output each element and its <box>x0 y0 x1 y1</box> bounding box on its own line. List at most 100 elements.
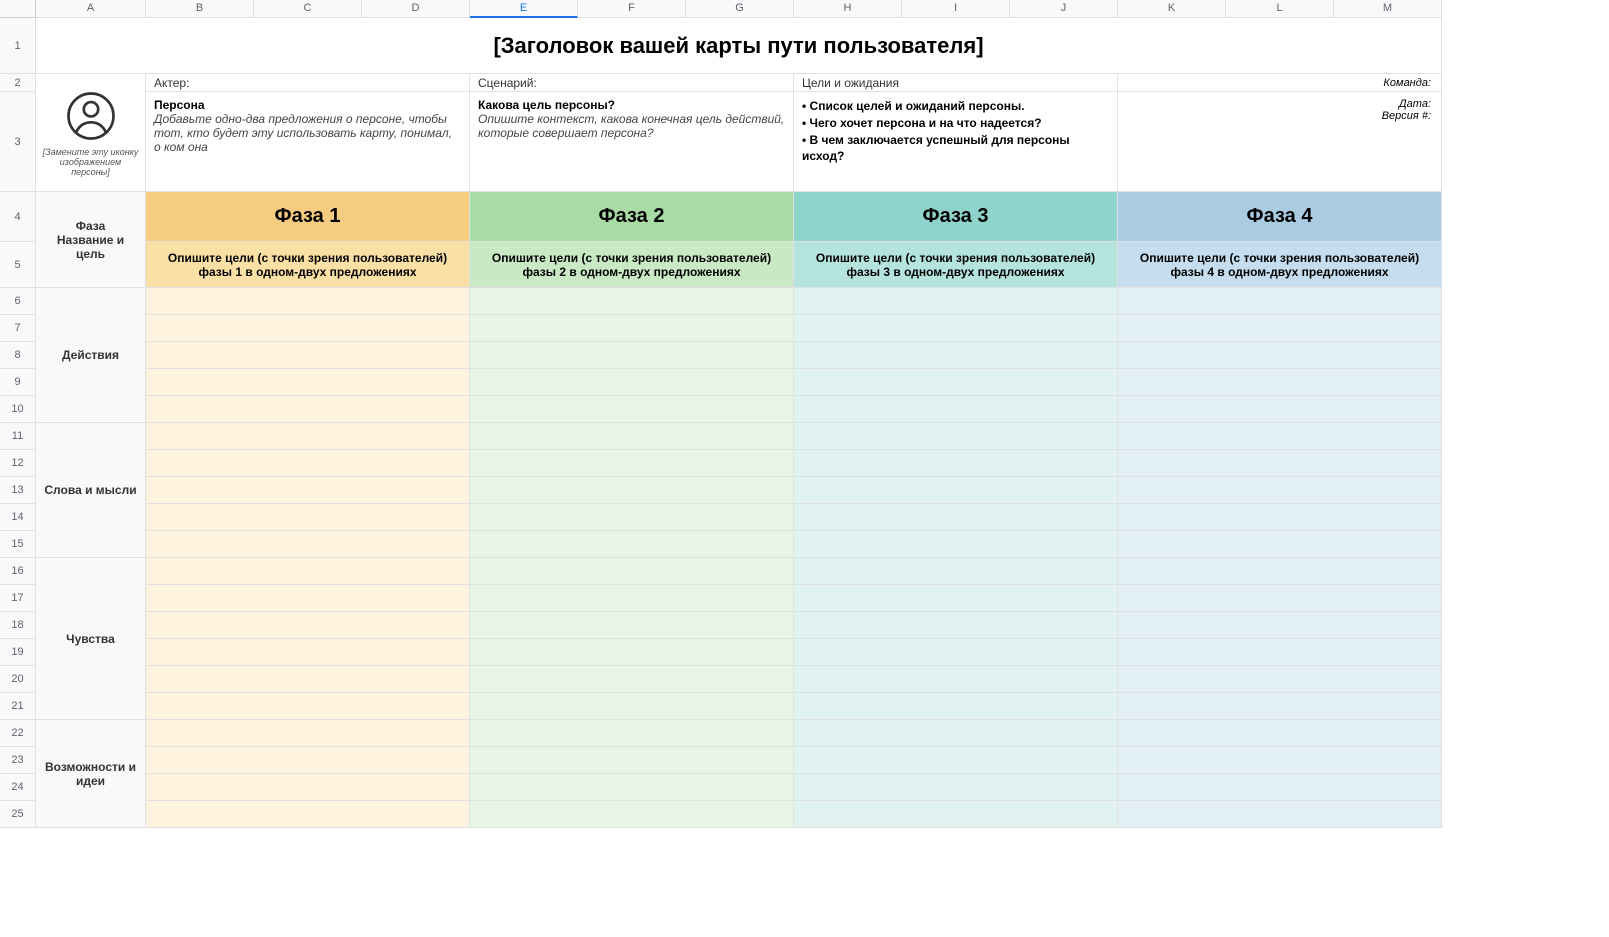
data-cell-s3-r0-p3[interactable] <box>1118 720 1442 747</box>
col-header-C[interactable]: C <box>254 0 362 18</box>
row-header-12[interactable]: 12 <box>0 450 36 477</box>
scenario-cell[interactable]: Какова цель персоны? Опишите контекст, к… <box>470 92 794 192</box>
col-header-G[interactable]: G <box>686 0 794 18</box>
col-header-J[interactable]: J <box>1010 0 1118 18</box>
col-header-B[interactable]: B <box>146 0 254 18</box>
data-cell-s3-r2-p3[interactable] <box>1118 774 1442 801</box>
data-cell-s2-r5-p1[interactable] <box>470 693 794 720</box>
data-cell-s1-r2-p1[interactable] <box>470 477 794 504</box>
data-cell-s3-r3-p1[interactable] <box>470 801 794 828</box>
phase-section-label[interactable]: Фаза Название и цель <box>36 192 146 288</box>
data-cell-s2-r5-p3[interactable] <box>1118 693 1442 720</box>
data-cell-s2-r2-p3[interactable] <box>1118 612 1442 639</box>
data-cell-s0-r0-p2[interactable] <box>794 288 1118 315</box>
data-cell-s3-r2-p1[interactable] <box>470 774 794 801</box>
data-cell-s3-r2-p2[interactable] <box>794 774 1118 801</box>
row-header-11[interactable]: 11 <box>0 423 36 450</box>
phase-4-head[interactable]: Фаза 4 <box>1118 192 1442 242</box>
data-cell-s1-r0-p3[interactable] <box>1118 423 1442 450</box>
row-header-18[interactable]: 18 <box>0 612 36 639</box>
data-cell-s1-r2-p2[interactable] <box>794 477 1118 504</box>
row-header-16[interactable]: 16 <box>0 558 36 585</box>
row-header-1[interactable]: 1 <box>0 18 36 74</box>
data-cell-s1-r4-p2[interactable] <box>794 531 1118 558</box>
row-header-19[interactable]: 19 <box>0 639 36 666</box>
data-cell-s3-r3-p3[interactable] <box>1118 801 1442 828</box>
title-cell[interactable]: [Заголовок вашей карты пути пользователя… <box>36 18 1442 74</box>
data-cell-s0-r3-p1[interactable] <box>470 369 794 396</box>
data-cell-s3-r1-p3[interactable] <box>1118 747 1442 774</box>
section-label-1[interactable]: Слова и мысли <box>36 423 146 558</box>
data-cell-s3-r1-p0[interactable] <box>146 747 470 774</box>
persona-icon-cell[interactable]: [Замените эту иконку изображением персон… <box>36 74 146 192</box>
data-cell-s0-r2-p3[interactable] <box>1118 342 1442 369</box>
data-cell-s2-r4-p1[interactable] <box>470 666 794 693</box>
data-cell-s0-r3-p3[interactable] <box>1118 369 1442 396</box>
row-header-4[interactable]: 4 <box>0 192 36 242</box>
phase-3-desc[interactable]: Опишите цели (с точки зрения пользовател… <box>794 242 1118 288</box>
data-cell-s1-r1-p2[interactable] <box>794 450 1118 477</box>
data-cell-s3-r2-p0[interactable] <box>146 774 470 801</box>
row-header-14[interactable]: 14 <box>0 504 36 531</box>
phase-1-desc[interactable]: Опишите цели (с точки зрения пользовател… <box>146 242 470 288</box>
row-header-17[interactable]: 17 <box>0 585 36 612</box>
row-header-13[interactable]: 13 <box>0 477 36 504</box>
col-header-K[interactable]: K <box>1118 0 1226 18</box>
data-cell-s3-r0-p0[interactable] <box>146 720 470 747</box>
row-header-24[interactable]: 24 <box>0 774 36 801</box>
data-cell-s1-r0-p2[interactable] <box>794 423 1118 450</box>
data-cell-s1-r1-p1[interactable] <box>470 450 794 477</box>
data-cell-s2-r1-p0[interactable] <box>146 585 470 612</box>
row-header-7[interactable]: 7 <box>0 315 36 342</box>
row-header-6[interactable]: 6 <box>0 288 36 315</box>
col-header-E[interactable]: E <box>470 0 578 18</box>
data-cell-s2-r4-p2[interactable] <box>794 666 1118 693</box>
data-cell-s2-r1-p1[interactable] <box>470 585 794 612</box>
data-cell-s2-r2-p0[interactable] <box>146 612 470 639</box>
data-cell-s2-r3-p2[interactable] <box>794 639 1118 666</box>
data-cell-s3-r3-p2[interactable] <box>794 801 1118 828</box>
data-cell-s1-r4-p0[interactable] <box>146 531 470 558</box>
meta-team[interactable]: Команда: <box>1118 74 1442 92</box>
col-header-L[interactable]: L <box>1226 0 1334 18</box>
data-cell-s0-r4-p0[interactable] <box>146 396 470 423</box>
section-label-0[interactable]: Действия <box>36 288 146 423</box>
data-cell-s0-r1-p0[interactable] <box>146 315 470 342</box>
data-cell-s2-r0-p1[interactable] <box>470 558 794 585</box>
data-cell-s1-r4-p1[interactable] <box>470 531 794 558</box>
data-cell-s1-r3-p1[interactable] <box>470 504 794 531</box>
data-cell-s1-r4-p3[interactable] <box>1118 531 1442 558</box>
data-cell-s0-r1-p1[interactable] <box>470 315 794 342</box>
col-header-H[interactable]: H <box>794 0 902 18</box>
data-cell-s1-r3-p0[interactable] <box>146 504 470 531</box>
meta-cell[interactable]: Дата: Версия #: <box>1118 92 1442 192</box>
data-cell-s2-r0-p3[interactable] <box>1118 558 1442 585</box>
goals-label[interactable]: Цели и ожидания <box>794 74 1118 92</box>
data-cell-s3-r1-p2[interactable] <box>794 747 1118 774</box>
data-cell-s0-r2-p1[interactable] <box>470 342 794 369</box>
phase-3-head[interactable]: Фаза 3 <box>794 192 1118 242</box>
row-header-8[interactable]: 8 <box>0 342 36 369</box>
data-cell-s0-r0-p0[interactable] <box>146 288 470 315</box>
select-all-corner[interactable] <box>0 0 36 18</box>
row-header-20[interactable]: 20 <box>0 666 36 693</box>
data-cell-s2-r1-p2[interactable] <box>794 585 1118 612</box>
col-header-F[interactable]: F <box>578 0 686 18</box>
data-cell-s0-r3-p0[interactable] <box>146 369 470 396</box>
col-header-A[interactable]: A <box>36 0 146 18</box>
data-cell-s0-r2-p0[interactable] <box>146 342 470 369</box>
row-header-22[interactable]: 22 <box>0 720 36 747</box>
data-cell-s0-r4-p1[interactable] <box>470 396 794 423</box>
data-cell-s2-r0-p0[interactable] <box>146 558 470 585</box>
col-header-I[interactable]: I <box>902 0 1010 18</box>
row-header-5[interactable]: 5 <box>0 242 36 288</box>
row-header-2[interactable]: 2 <box>0 74 36 92</box>
data-cell-s1-r0-p1[interactable] <box>470 423 794 450</box>
data-cell-s3-r0-p1[interactable] <box>470 720 794 747</box>
data-cell-s1-r2-p0[interactable] <box>146 477 470 504</box>
data-cell-s0-r3-p2[interactable] <box>794 369 1118 396</box>
data-cell-s2-r2-p2[interactable] <box>794 612 1118 639</box>
data-cell-s0-r1-p2[interactable] <box>794 315 1118 342</box>
row-header-21[interactable]: 21 <box>0 693 36 720</box>
goals-cell[interactable]: • Список целей и ожиданий персоны. • Чег… <box>794 92 1118 192</box>
